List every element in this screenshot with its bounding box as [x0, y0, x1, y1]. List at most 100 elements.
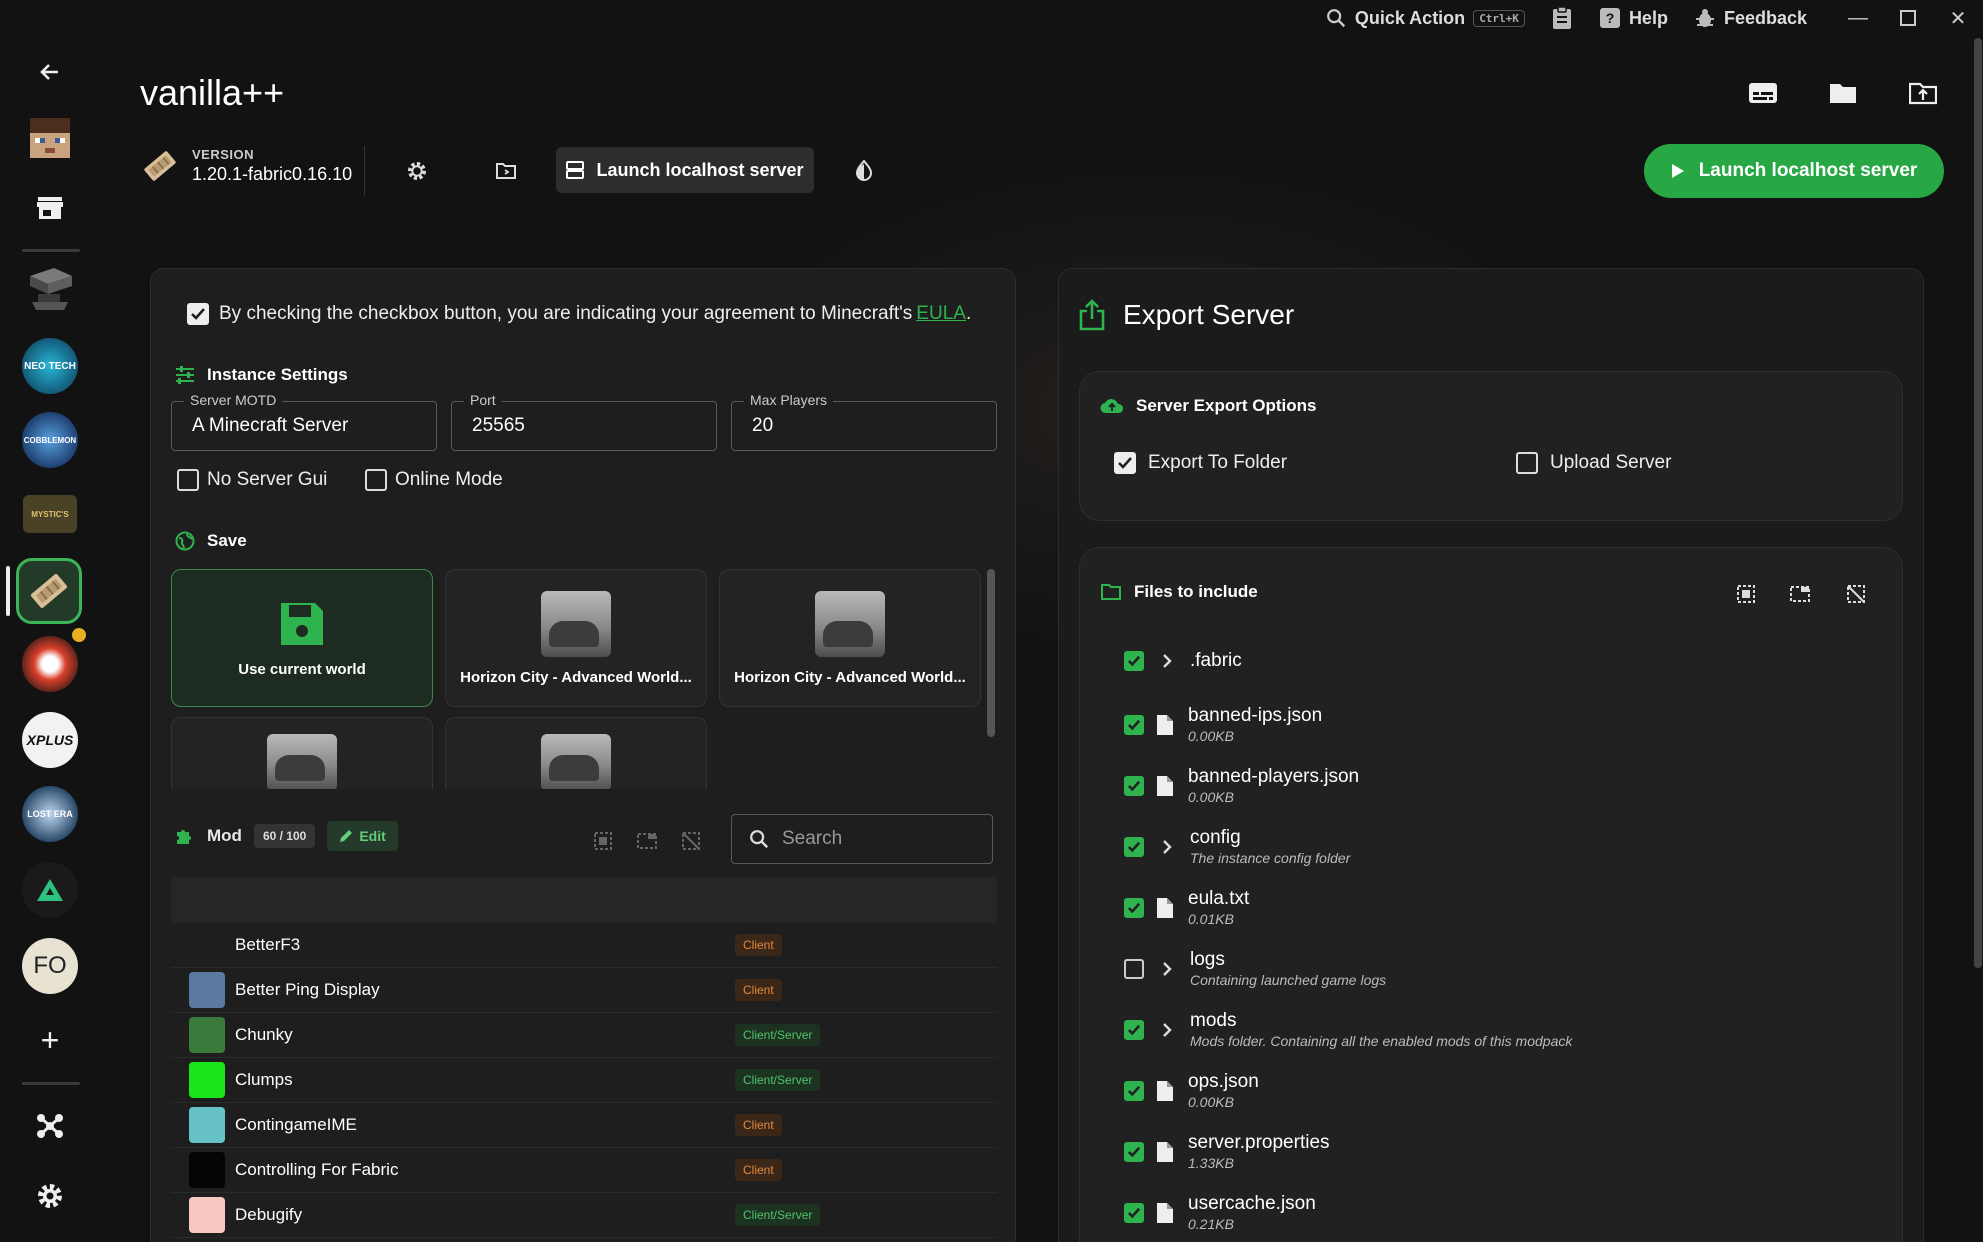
export-folder-button[interactable] — [1906, 78, 1940, 108]
mod-search-input[interactable]: Search — [731, 814, 993, 864]
console-button[interactable] — [1746, 78, 1780, 108]
file-tree-item[interactable]: banned-players.json 0.00KB — [1124, 766, 1359, 805]
file-tree-item[interactable]: usercache.json 0.21KB — [1124, 1193, 1316, 1232]
open-folder-button[interactable] — [489, 154, 523, 188]
files-select-window-button[interactable] — [1788, 582, 1812, 606]
file-checkbox[interactable] — [1124, 958, 1144, 979]
file-checkbox[interactable] — [1124, 1019, 1144, 1040]
upload-server-checkbox[interactable] — [1516, 452, 1538, 474]
export-to-folder-checkbox[interactable] — [1114, 452, 1136, 474]
online-mode-checkbox[interactable] — [365, 469, 387, 491]
sidebar-instance-fire[interactable] — [20, 634, 80, 694]
sidebar-instance-lostera[interactable]: LOST ERA — [20, 784, 80, 844]
instance-avatar: MYSTIC'S — [23, 495, 77, 533]
file-tree-item[interactable]: logs Containing launched game logs — [1124, 949, 1386, 988]
no-gui-option[interactable]: No Server Gui — [177, 469, 327, 491]
file-tree-item[interactable]: banned-ips.json 0.00KB — [1124, 705, 1322, 744]
export-to-folder-option[interactable]: Export To Folder — [1114, 452, 1287, 474]
sidebar-instance-anvil[interactable] — [20, 258, 80, 318]
upload-server-option[interactable]: Upload Server — [1516, 452, 1671, 474]
sidebar-instance-active[interactable] — [16, 558, 82, 624]
page-scrollbar[interactable] — [1974, 38, 1982, 968]
file-tree-item[interactable]: eula.txt 0.01KB — [1124, 888, 1249, 927]
sidebar-instance-peak[interactable] — [20, 860, 80, 920]
file-tree-item[interactable]: config The instance config folder — [1124, 827, 1350, 866]
file-checkbox[interactable] — [1124, 775, 1144, 796]
worlds-scrollbar[interactable] — [987, 569, 995, 737]
table-row[interactable]: Better Ping Display Client — [171, 968, 997, 1013]
chevron-right-icon[interactable] — [1152, 1022, 1182, 1038]
files-deselect-button[interactable] — [1844, 582, 1868, 606]
mod-icon — [189, 1017, 225, 1053]
quick-action-button[interactable]: Quick Action Ctrl+K — [1325, 7, 1525, 29]
file-checkbox[interactable] — [1124, 1141, 1144, 1162]
file-tree-item[interactable]: .fabric — [1124, 650, 1242, 672]
chevron-right-icon[interactable] — [1152, 839, 1182, 855]
world-card[interactable] — [171, 717, 433, 791]
world-card[interactable]: Horizon City - Advanced World... — [445, 569, 707, 707]
store-button[interactable] — [20, 178, 80, 238]
file-checkbox[interactable] — [1124, 836, 1144, 857]
use-current-world-card[interactable]: Use current world — [171, 569, 433, 707]
sidebar-instance-cobblemon[interactable]: COBBLEMON — [20, 410, 80, 470]
select-window-button[interactable] — [635, 829, 659, 853]
files-select-all-button[interactable] — [1734, 582, 1758, 606]
eula-checkbox[interactable] — [187, 303, 209, 325]
eula-link[interactable]: EULA — [916, 303, 966, 324]
profile-avatar[interactable] — [20, 108, 80, 168]
file-icon — [1150, 1141, 1180, 1163]
instance-settings-button[interactable] — [400, 154, 434, 188]
clipboard-button[interactable] — [1551, 6, 1573, 30]
sidebar-instance-neotech[interactable]: NEO TECH — [20, 336, 80, 396]
feedback-button[interactable]: Feedback — [1694, 7, 1807, 29]
online-mode-option[interactable]: Online Mode — [365, 469, 503, 491]
world-card[interactable] — [445, 717, 707, 791]
sidebar-instance-mystics[interactable]: MYSTIC'S — [20, 484, 80, 544]
help-button[interactable]: ? Help — [1599, 7, 1668, 29]
motd-field[interactable]: Server MOTD A Minecraft Server — [171, 392, 437, 451]
launch-localhost-tab[interactable]: Launch localhost server — [556, 147, 814, 193]
table-row[interactable]: ContingameIME Client — [171, 1103, 997, 1148]
edit-mods-button[interactable]: Edit — [327, 821, 398, 851]
max-players-field[interactable]: Max Players 20 — [731, 392, 997, 451]
theme-toggle-button[interactable] — [847, 154, 881, 188]
table-row[interactable]: BetterF3 Client — [171, 923, 997, 968]
table-row[interactable]: Clumps Client/Server — [171, 1058, 997, 1103]
add-instance-button[interactable]: + — [20, 1010, 80, 1070]
table-row[interactable]: Chunky Client/Server — [171, 1013, 997, 1058]
upload-server-label: Upload Server — [1550, 452, 1672, 473]
floppy-icon — [281, 602, 323, 645]
file-checkbox[interactable] — [1124, 651, 1144, 671]
file-checkbox[interactable] — [1124, 897, 1144, 918]
chevron-right-icon[interactable] — [1152, 653, 1182, 669]
close-button[interactable]: ✕ — [1933, 0, 1983, 36]
sidebar-instance-fo[interactable]: FO — [20, 936, 80, 996]
launch-server-button[interactable]: Launch localhost server — [1644, 144, 1944, 198]
chevron-right-icon[interactable] — [1152, 961, 1182, 977]
deselect-icon — [1847, 585, 1865, 603]
file-tree-item[interactable]: ops.json 0.00KB — [1124, 1071, 1259, 1110]
back-button[interactable] — [20, 42, 80, 102]
file-checkbox[interactable] — [1124, 714, 1144, 735]
select-all-button[interactable] — [591, 829, 615, 853]
select-window-icon — [637, 833, 657, 849]
minimize-button[interactable]: — — [1833, 0, 1883, 36]
sidebar-divider — [22, 249, 80, 252]
folder-button[interactable] — [1826, 78, 1860, 108]
world-card[interactable]: Horizon City - Advanced World... — [719, 569, 981, 707]
file-checkbox[interactable] — [1124, 1080, 1144, 1101]
puzzle-icon — [177, 830, 191, 844]
settings-button[interactable] — [20, 1166, 80, 1226]
mods-browser-button[interactable] — [20, 1096, 80, 1156]
maximize-button[interactable] — [1883, 0, 1933, 36]
file-tree-item[interactable]: mods Mods folder. Containing all the enab… — [1124, 1010, 1572, 1049]
deselect-all-button[interactable] — [679, 829, 703, 853]
file-icon — [1150, 897, 1180, 919]
table-row[interactable]: Controlling For Fabric Client — [171, 1148, 997, 1193]
sidebar-instance-xplus[interactable]: XPLUS — [20, 710, 80, 770]
file-checkbox[interactable] — [1124, 1202, 1144, 1223]
file-tree-item[interactable]: server.properties 1.33KB — [1124, 1132, 1330, 1171]
no-gui-checkbox[interactable] — [177, 469, 199, 491]
port-field[interactable]: Port 25565 — [451, 392, 717, 451]
table-row[interactable]: Debugify Client/Server — [171, 1193, 997, 1238]
